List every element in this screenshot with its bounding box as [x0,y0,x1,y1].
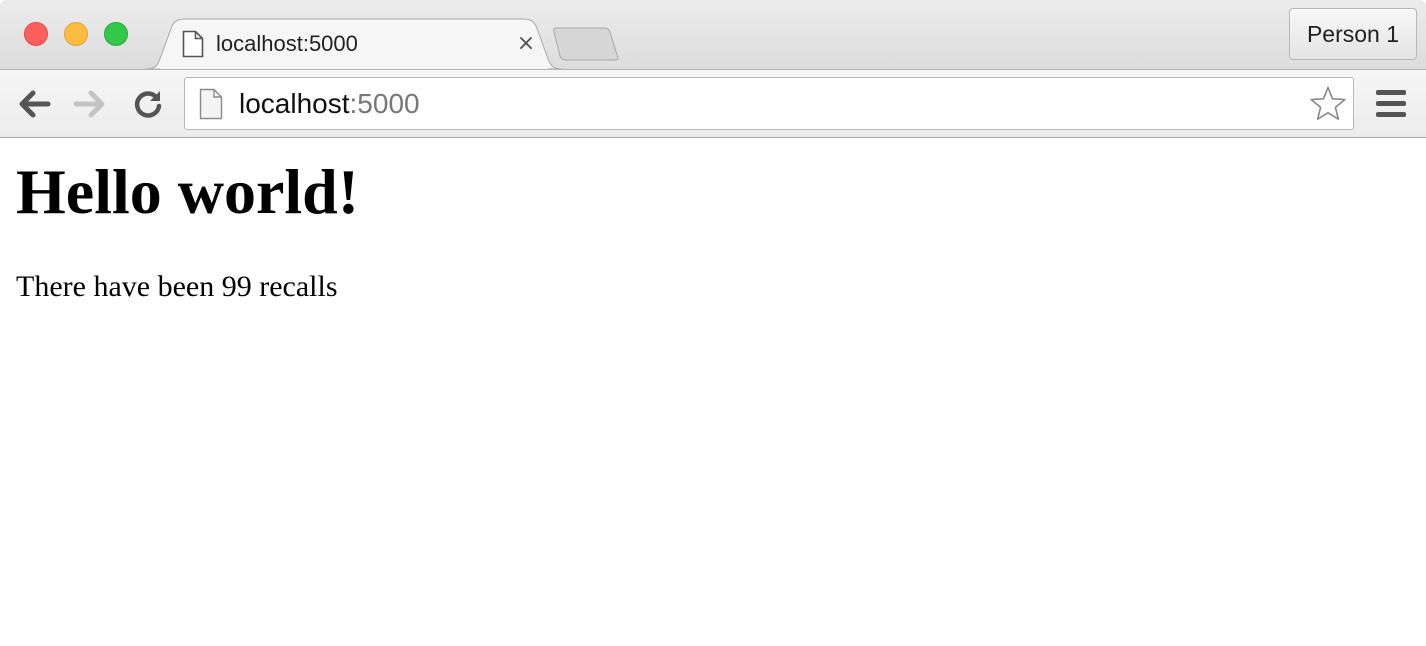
back-button[interactable] [16,86,52,122]
page-content: Hello world! There have been 99 recalls [0,138,1426,646]
hamburger-menu-icon[interactable] [1374,88,1408,120]
menu-bar-line [1376,90,1406,95]
arrow-right-icon [73,90,105,118]
browser-toolbar: localhost:5000 [0,69,1426,138]
profile-button[interactable]: Person 1 [1289,8,1417,60]
reload-icon [134,91,162,118]
url-text[interactable]: localhost:5000 [239,88,420,120]
bookmark-star-icon[interactable] [1309,85,1347,123]
page-icon [182,30,204,58]
menu-bar-line [1376,101,1406,106]
address-bar[interactable]: localhost:5000 [184,77,1354,130]
tab-close-icon[interactable]: × [512,30,540,58]
window-close-button[interactable] [24,22,48,46]
page-heading: Hello world! [16,156,360,227]
active-tab[interactable]: localhost:5000 × [180,22,540,66]
url-host: localhost [239,87,350,119]
forward-button[interactable] [72,86,108,122]
reload-button[interactable] [130,86,166,122]
title-bar: localhost:5000 × Person 1 [0,0,1426,70]
window-maximize-button[interactable] [104,22,128,46]
new-tab-button[interactable] [552,26,622,62]
tab-title: localhost:5000 [216,31,358,56]
menu-bar-line [1376,112,1406,117]
recall-count-text: There have been 99 recalls [16,270,338,303]
url-port: :5000 [349,87,420,119]
browser-window: localhost:5000 × Person 1 localhost:5000… [0,0,1426,646]
window-minimize-button[interactable] [64,22,88,46]
page-icon [199,88,223,119]
arrow-left-icon [19,90,51,118]
